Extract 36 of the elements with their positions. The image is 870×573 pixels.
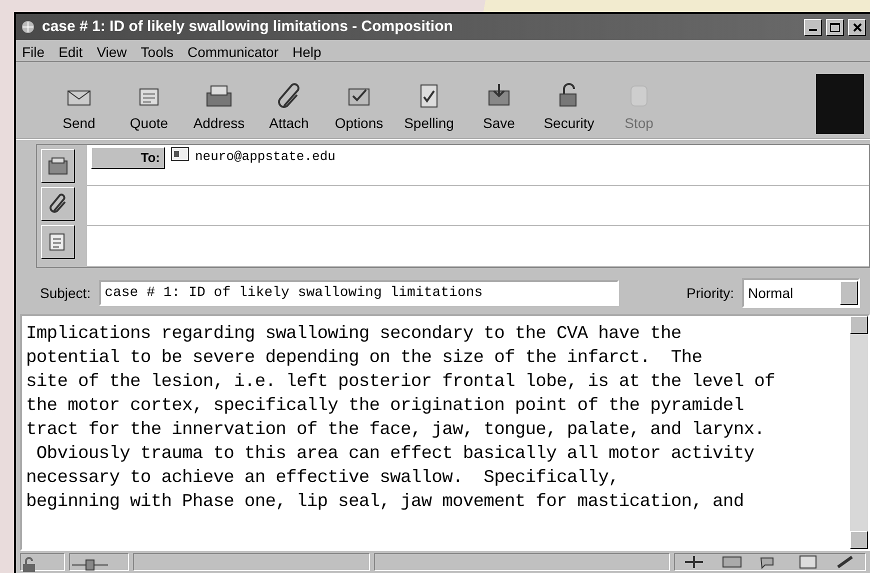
minimize-button[interactable]	[804, 18, 822, 36]
close-icon	[852, 22, 862, 32]
menu-item[interactable]: File	[22, 42, 45, 59]
menu-item[interactable]: Edit	[58, 42, 83, 59]
attach-button[interactable]: Attach	[256, 81, 322, 134]
close-button[interactable]	[848, 18, 866, 36]
send-button[interactable]: Send	[46, 81, 112, 134]
options-tab[interactable]	[41, 225, 75, 259]
options-button[interactable]: Options	[326, 81, 392, 134]
menu-item[interactable]: View	[96, 42, 127, 59]
save-button[interactable]: Save	[466, 81, 532, 134]
maximize-icon	[830, 22, 840, 32]
priority-label: Priority:	[686, 284, 734, 303]
maximize-button[interactable]	[826, 18, 844, 36]
recipient-address[interactable]: neuro@appstate.edu	[195, 147, 336, 166]
menu-item[interactable]: Communicator	[187, 42, 278, 59]
priority-dropdown[interactable]: Normal	[742, 278, 860, 308]
security-button[interactable]: Security	[536, 81, 602, 134]
quote-button[interactable]: Quote	[116, 81, 182, 134]
attachments-tab[interactable]	[41, 187, 75, 221]
address-card-icon	[47, 156, 69, 176]
address-card-icon	[171, 147, 189, 161]
paperclip-icon	[48, 193, 68, 215]
subject-field[interactable]: case # 1: ID of likely swallowing limitations	[98, 280, 619, 306]
recipient-type-button[interactable]: To:	[91, 147, 165, 169]
priority-value: Normal	[748, 284, 794, 302]
address-button[interactable]: Address	[186, 81, 252, 134]
spelling-button[interactable]: Spelling	[396, 81, 462, 134]
logo-block	[816, 74, 864, 134]
scrollbar[interactable]	[850, 316, 868, 549]
menu-item[interactable]: Tools	[140, 42, 174, 59]
address-tab[interactable]	[41, 149, 75, 183]
menu-item[interactable]: Help	[292, 42, 322, 59]
app-icon	[20, 19, 36, 35]
subject-label: Subject:	[40, 284, 91, 303]
window-title: case # 1: ID of likely swallowing limitations - Composition	[42, 16, 453, 37]
